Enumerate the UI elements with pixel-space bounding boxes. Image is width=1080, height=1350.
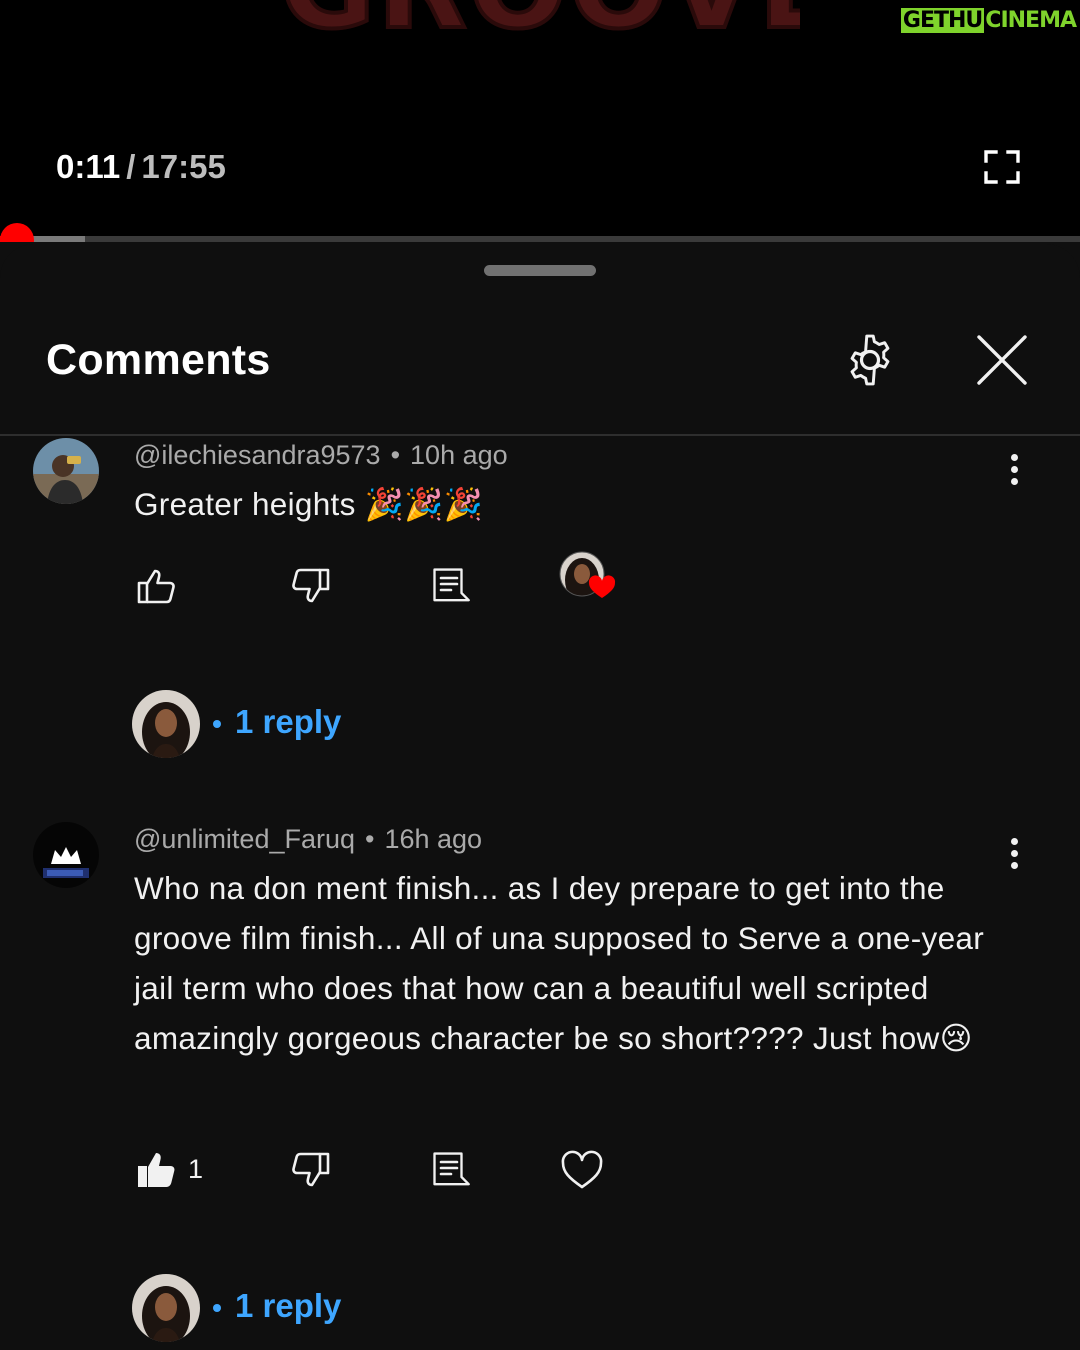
comment-age: 10h ago <box>410 440 508 470</box>
time-separator: / <box>126 148 136 185</box>
replies-button[interactable]: 1 reply <box>235 703 341 741</box>
avatar[interactable] <box>33 822 99 888</box>
time-display: 0:11/17:55 <box>56 148 226 186</box>
comment-text: Who na don ment finish... as I dey prepa… <box>134 870 985 1056</box>
dislike-icon[interactable] <box>291 566 335 610</box>
progress-bar[interactable] <box>0 236 1080 242</box>
reply-icon[interactable] <box>430 1150 474 1194</box>
replies-button[interactable]: 1 reply <box>235 1287 341 1325</box>
duration: 17:55 <box>141 148 226 185</box>
reply-dot <box>213 1304 221 1312</box>
scrubber-handle[interactable] <box>0 223 34 242</box>
comment-text: Greater heights 🎉🎉🎉 <box>134 486 484 522</box>
close-icon[interactable] <box>974 332 1030 388</box>
comment-actions <box>0 551 1080 616</box>
dislike-icon[interactable] <box>291 1150 335 1194</box>
watermark-part2: CINEMA <box>985 8 1077 33</box>
video-title-art: GROOVE <box>280 0 800 42</box>
gear-icon[interactable] <box>840 330 900 390</box>
like-icon[interactable] <box>136 566 180 610</box>
more-options-icon[interactable] <box>1000 450 1028 490</box>
like-count: 1 <box>188 1154 204 1184</box>
comment-meta: @unlimited_Faruq • 16h ago <box>134 824 482 855</box>
comment-actions: 1 <box>0 1150 1080 1200</box>
comment-meta: @ilechiesandra9573 • 10h ago <box>134 440 508 471</box>
meta-dot: • <box>390 440 401 470</box>
replies-row[interactable]: 1 reply <box>0 690 1080 760</box>
reply-dot <box>213 720 221 728</box>
comments-title: Comments <box>46 336 271 384</box>
reply-avatar <box>132 1274 200 1342</box>
meta-dot: • <box>365 824 375 854</box>
heart-icon[interactable] <box>560 1148 604 1192</box>
fullscreen-icon[interactable] <box>984 150 1020 184</box>
comment-age: 16h ago <box>384 824 483 854</box>
like-icon-filled[interactable] <box>136 1150 180 1194</box>
comment-author[interactable]: @unlimited_Faruq <box>134 824 355 854</box>
reply-icon[interactable] <box>430 566 474 610</box>
avatar[interactable] <box>33 438 99 504</box>
comments-sheet: Comments @ilechiesandra9573 • 10h ago Grea… <box>0 244 1080 1350</box>
comment-author[interactable]: @ilechiesandra9573 <box>134 440 381 470</box>
video-player[interactable]: GROOVE GETHUCINEMA 0:11/17:55 <box>0 0 1080 242</box>
header-divider <box>0 434 1080 436</box>
replies-row[interactable]: 1 reply <box>0 1274 1080 1344</box>
reply-avatar <box>132 690 200 758</box>
channel-watermark: GETHU CINEMA <box>900 8 1077 33</box>
watermark-part1: GETHU <box>900 8 985 33</box>
more-options-icon[interactable] <box>1000 834 1028 874</box>
drag-handle[interactable] <box>484 265 596 276</box>
creator-heart[interactable] <box>558 550 620 612</box>
current-time: 0:11 <box>56 148 121 185</box>
